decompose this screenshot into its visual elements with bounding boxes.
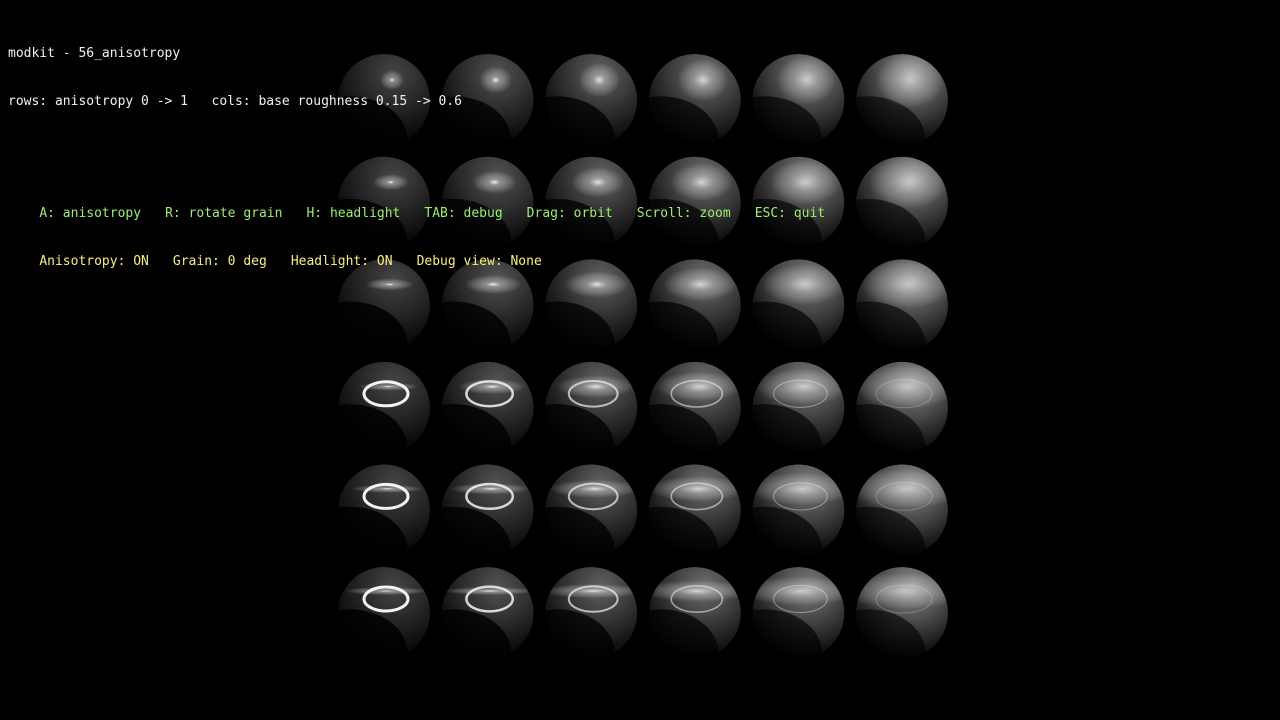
hint-orbit-drag: Drag: orbit bbox=[526, 206, 613, 221]
hint-debug-key: TAB: debug bbox=[424, 206, 503, 221]
hud-status: Anisotropy: ON Grain: 0 deg Headlight: ON D… bbox=[8, 238, 825, 269]
hint-headlight-key: H: headlight bbox=[306, 206, 401, 221]
hint-anisotropy-key: A: anisotropy bbox=[39, 206, 142, 221]
status-grain: Grain: 0 deg bbox=[172, 254, 267, 269]
hint-zoom-scroll: Scroll: zoom bbox=[636, 206, 731, 221]
hud-controls-help: A: anisotropy R: rotate grain H: headlight… bbox=[8, 190, 825, 221]
hud-subtitle: rows: anisotropy 0 -> 1 cols: base rough… bbox=[8, 94, 462, 109]
hint-rotate-grain-key: R: rotate grain bbox=[165, 206, 283, 221]
status-headlight: Headlight: ON bbox=[290, 254, 393, 269]
hud-title: modkit - 56_anisotropy bbox=[8, 46, 181, 61]
hint-quit-key: ESC: quit bbox=[754, 206, 826, 221]
sphere bbox=[338, 567, 430, 659]
status-debug-view: Debug view: None bbox=[416, 254, 542, 269]
hud-overlay: modkit - 56_anisotropy rows: anisotropy … bbox=[8, 14, 825, 270]
status-anisotropy: Anisotropy: ON bbox=[39, 254, 149, 269]
